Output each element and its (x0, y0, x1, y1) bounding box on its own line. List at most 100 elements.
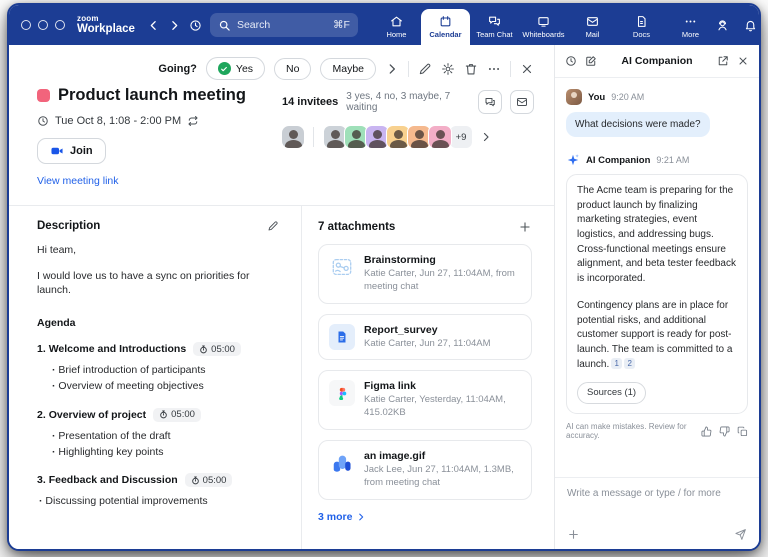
thumbs-up-icon[interactable] (701, 426, 712, 437)
more-actions-icon[interactable] (487, 62, 501, 76)
search-input[interactable]: Search ⌘F (209, 13, 358, 37)
back-icon[interactable] (147, 19, 160, 32)
brand-workplace: Workplace (77, 22, 135, 35)
edit-meeting-icon[interactable] (418, 62, 432, 76)
agenda-heading: Agenda (37, 317, 76, 330)
thumbs-down-icon[interactable] (719, 426, 730, 437)
forward-icon[interactable] (168, 19, 181, 32)
team-chat-icon (489, 16, 500, 26)
duration-badge: 05:00 (184, 473, 233, 488)
ai-companion-panel: AI Companion You 9:20 AM What decisions … (554, 45, 759, 549)
calendar-icon (440, 15, 451, 26)
invitees-summary: 3 yes, 4 no, 3 maybe, 7 waiting (346, 91, 451, 113)
invitee-avatars[interactable]: +9 (282, 125, 534, 149)
stopwatch-icon (191, 476, 199, 484)
ai-label: AI Companion (586, 154, 651, 166)
window-controls (21, 20, 65, 30)
tab-mail[interactable]: Mail (568, 9, 617, 45)
chevron-right-icon (359, 513, 364, 521)
yes-check-icon (217, 62, 231, 75)
rsvp-expand-icon[interactable] (385, 62, 399, 76)
history-icon[interactable] (189, 19, 202, 32)
tab-team-chat[interactable]: Team Chat (470, 9, 519, 45)
agenda-bullet: Discussing potential improvements (39, 493, 279, 509)
duration-badge: 05:00 (153, 407, 201, 422)
tab-docs[interactable]: Docs (617, 9, 666, 45)
minimize-window-button[interactable] (38, 20, 48, 30)
more-attachments-link[interactable]: 3 more (318, 511, 366, 523)
more-icon (685, 20, 696, 22)
duration-badge: 05:00 (193, 342, 241, 357)
delete-trash-icon[interactable] (464, 62, 478, 76)
description-greeting: Hi team, (37, 244, 77, 256)
tab-whiteboards[interactable]: Whiteboards (519, 9, 568, 45)
contact-center-icon[interactable] (715, 19, 731, 32)
ai-panel-title: AI Companion (621, 55, 693, 67)
send-icon[interactable] (734, 528, 747, 541)
zoom-window-button[interactable] (55, 20, 65, 30)
tab-more[interactable]: More (666, 9, 715, 45)
stopwatch-icon (160, 410, 167, 419)
notifications-bell-icon[interactable] (743, 19, 759, 32)
search-shortcut: ⌘F (333, 19, 350, 31)
ai-message-time: 9:21 AM (656, 155, 690, 165)
home-icon (391, 16, 402, 26)
tab-calendar[interactable]: Calendar (420, 9, 470, 45)
stopwatch-icon (200, 345, 207, 353)
ai-chat-area: You 9:20 AM What decisions were made? AI… (555, 78, 759, 477)
sources-button[interactable]: Sources (1) (577, 382, 647, 405)
organizer-avatar[interactable] (282, 126, 304, 148)
figma-icon (329, 380, 355, 407)
edit-description-icon[interactable] (267, 220, 279, 232)
user-message-time: 9:20 AM (611, 92, 645, 102)
citation-2[interactable]: 2 (624, 357, 636, 369)
user-message-bubble: What decisions were made? (566, 112, 710, 137)
docs-icon (637, 15, 646, 27)
attach-plus-icon[interactable] (567, 528, 580, 541)
settings-gear-icon[interactable] (441, 62, 455, 76)
attachments-heading: 7 attachments (318, 221, 396, 233)
app-window: zoom Workplace Search ⌘F Home Calendar T… (7, 3, 761, 551)
email-invitees-button[interactable] (510, 90, 534, 114)
attachment-card-brainstorming[interactable]: Brainstorming Katie Carter, Jun 27, 11:0… (318, 244, 532, 304)
tab-home[interactable]: Home (372, 9, 421, 45)
rsvp-yes-button[interactable]: Yes (205, 57, 266, 80)
going-label: Going? (158, 62, 197, 75)
main-nav: Home Calendar Team Chat Whiteboards Mail… (372, 5, 715, 45)
image-icon (329, 450, 355, 476)
invitees-count: 14 invitees (282, 96, 339, 108)
ai-message-input[interactable]: Write a message or type / for more (555, 477, 759, 549)
ai-popout-icon[interactable] (717, 55, 729, 67)
view-meeting-link[interactable]: View meeting link (37, 175, 119, 187)
meeting-datetime: Tue Oct 8, 1:08 - 2:00 PM (55, 115, 182, 127)
close-window-button[interactable] (21, 20, 31, 30)
ai-sparkle-icon (566, 153, 580, 167)
agenda-item: 1. Welcome and Introductions 05:00 (37, 342, 279, 357)
video-camera-icon (51, 147, 63, 155)
agenda-bullet: Brief introduction of participants (52, 362, 279, 378)
rsvp-maybe-button[interactable]: Maybe (320, 57, 376, 80)
agenda-bullet: Overview of meeting objectives (52, 378, 279, 394)
invitee-overflow-count[interactable]: +9 (449, 125, 473, 149)
chat-invitees-button[interactable] (478, 90, 502, 114)
close-detail-icon[interactable] (520, 62, 534, 76)
ai-input-placeholder: Write a message or type / for more (567, 488, 721, 499)
ai-close-icon[interactable] (737, 55, 749, 67)
add-attachment-icon[interactable] (518, 220, 532, 234)
copy-icon[interactable] (737, 426, 748, 437)
attachment-card-report[interactable]: Report_survey Katie Carter, Jun 27, 11:0… (318, 313, 532, 361)
join-button[interactable]: Join (37, 138, 106, 164)
agenda-item: 2. Overview of project 05:00 (37, 407, 279, 422)
invitees-expand-icon[interactable] (480, 131, 492, 143)
chat-bubble-icon (485, 98, 495, 107)
invitee-avatar[interactable] (428, 125, 452, 149)
attachment-card-image[interactable]: an image.gif Jack Lee, Jun 27, 11:04AM, … (318, 440, 532, 500)
ai-new-chat-icon[interactable] (585, 55, 597, 67)
attachment-card-figma[interactable]: Figma link Katie Carter, Yesterday, 11:0… (318, 370, 532, 431)
meeting-detail-pane: Going? Yes No Maybe Product launch meeti… (9, 45, 554, 549)
citation-1[interactable]: 1 (611, 357, 623, 369)
ai-history-icon[interactable] (565, 55, 577, 67)
rsvp-no-button[interactable]: No (274, 57, 312, 80)
ai-disclaimer: AI can make mistakes. Review for accurac… (566, 422, 687, 441)
whiteboard-icon (329, 254, 355, 280)
